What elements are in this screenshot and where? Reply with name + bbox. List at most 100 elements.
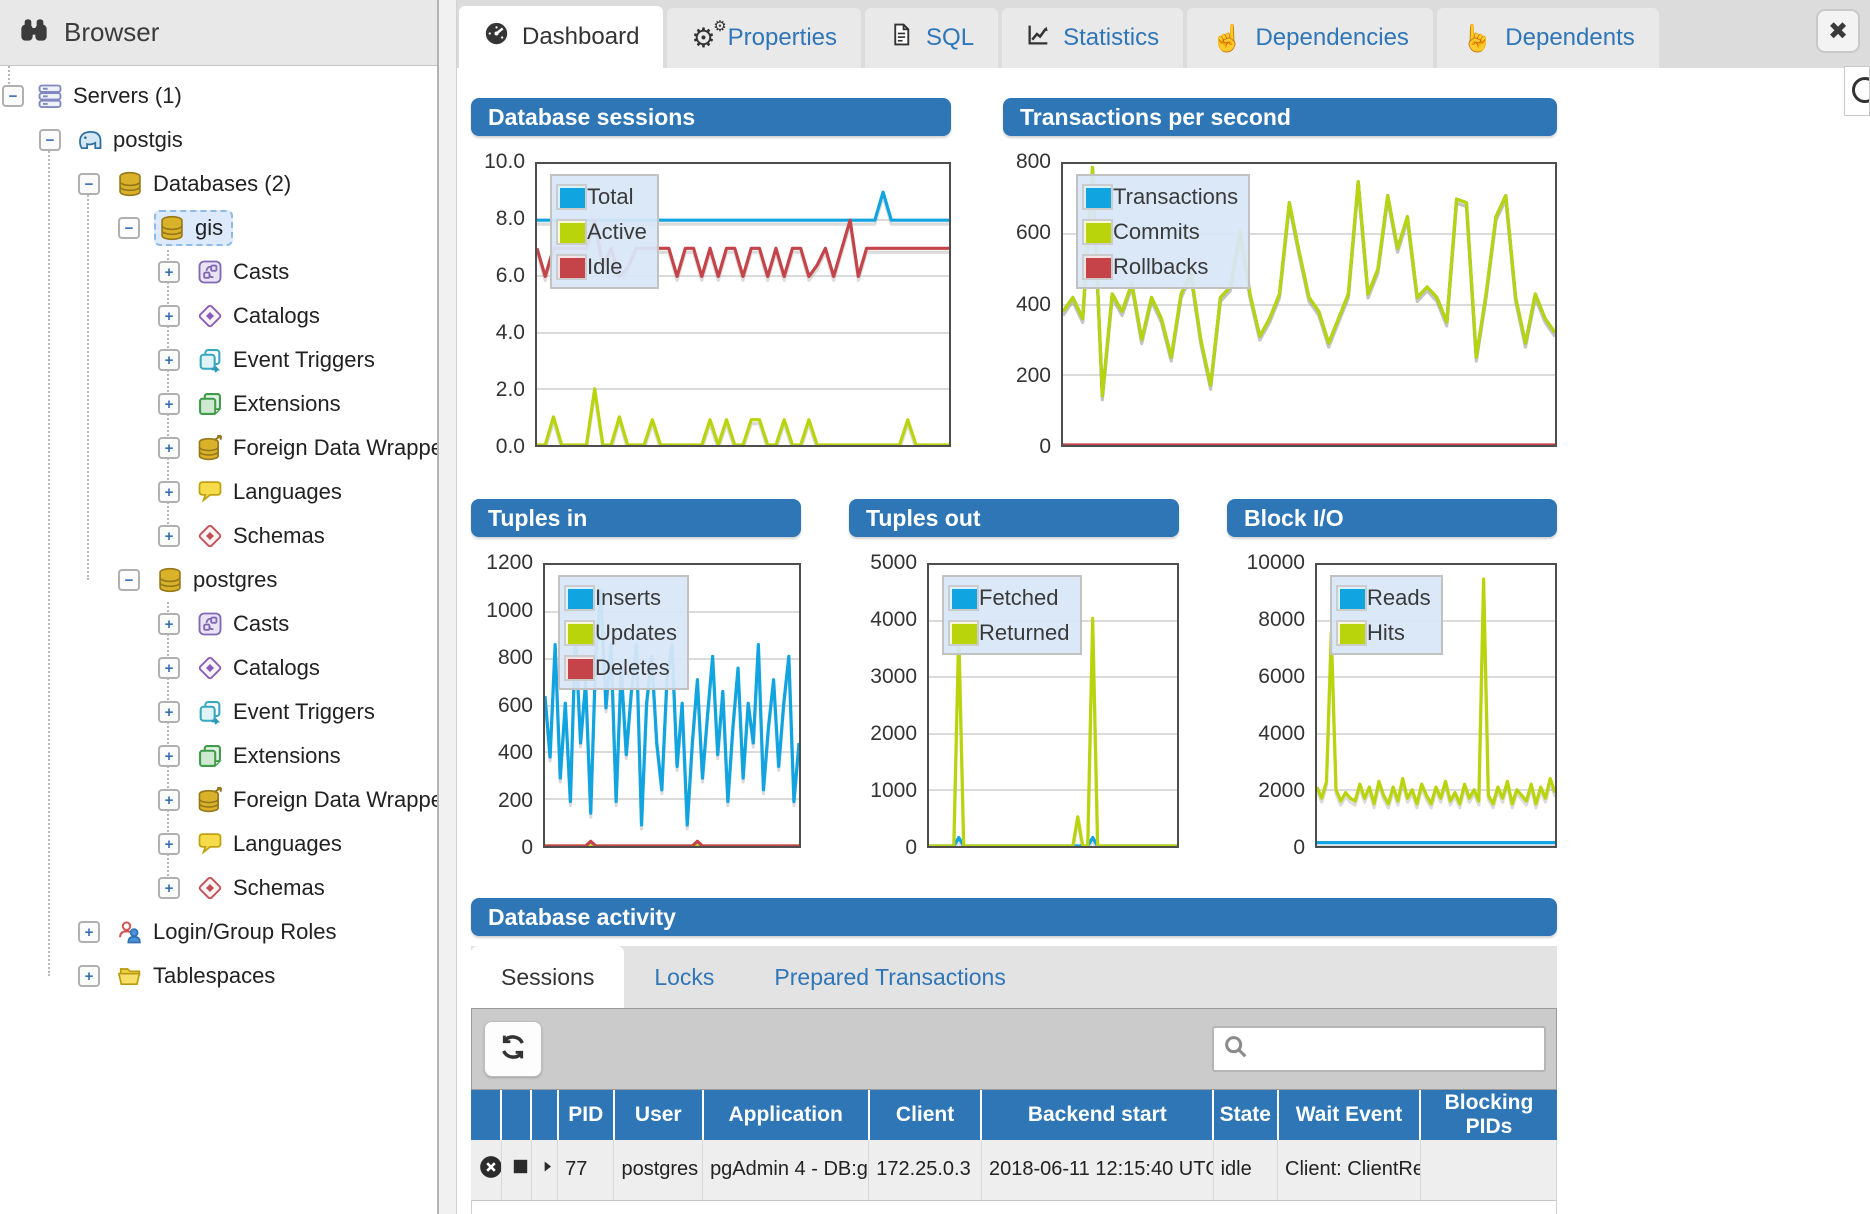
column-header-pid[interactable]: PID xyxy=(558,1090,614,1140)
expand-icon[interactable]: + xyxy=(158,613,180,635)
expand-icon[interactable] xyxy=(531,1140,557,1200)
tree-item-login-group-roles[interactable]: + Login/Group Roles xyxy=(0,910,437,954)
column-header-backend-start[interactable]: Backend start xyxy=(981,1090,1213,1140)
table-row: 77postgrespgAdmin 4 - DB:gis172.25.0.320… xyxy=(471,1140,1557,1200)
y-axis: 500040003000200010000 xyxy=(849,563,927,848)
legend-label: Idle xyxy=(587,254,622,280)
expand-icon[interactable]: + xyxy=(158,525,180,547)
tab-statistics[interactable]: Statistics xyxy=(1002,8,1183,68)
tree-item-foreign-data-wrappers[interactable]: + Foreign Data Wrappers xyxy=(0,426,437,470)
panel-title: Database sessions xyxy=(471,98,951,136)
chart-legend: TransactionsCommitsRollbacks xyxy=(1076,174,1250,289)
expand-icon[interactable]: + xyxy=(78,921,100,943)
close-icon[interactable]: ✖ xyxy=(1816,9,1860,53)
tree-item-event-triggers[interactable]: +Event Triggers xyxy=(0,338,437,382)
tree-item-labelwrap: Event Triggers xyxy=(194,696,383,728)
legend-swatch xyxy=(1082,219,1113,245)
expand-icon[interactable]: + xyxy=(158,833,180,855)
activity-tab-sessions[interactable]: Sessions xyxy=(471,946,624,1008)
column-header-actions[interactable] xyxy=(501,1090,531,1140)
tree-item-languages[interactable]: +Languages xyxy=(0,822,437,866)
expand-icon[interactable]: + xyxy=(158,701,180,723)
stop-icon[interactable] xyxy=(501,1140,531,1200)
legend-item: Total xyxy=(556,179,647,214)
event-icon xyxy=(196,346,224,374)
expand-icon[interactable]: + xyxy=(158,437,180,459)
axis-tick-label: 6.0 xyxy=(496,264,525,288)
tree-item-schemas[interactable]: + Schemas xyxy=(0,866,437,910)
tree-item-catalogs[interactable]: + Catalogs xyxy=(0,294,437,338)
catalog-icon xyxy=(196,302,224,330)
tree-item-databases-2-[interactable]: −Databases (2) xyxy=(0,162,437,206)
expand-icon[interactable]: + xyxy=(158,261,180,283)
tree-item-postgis[interactable]: −postgis xyxy=(0,118,437,162)
tree-item-label: Schemas xyxy=(233,875,325,901)
column-header-client[interactable]: Client xyxy=(869,1090,982,1140)
tree-item-foreign-data-wrappers[interactable]: +Foreign Data Wrappers xyxy=(0,778,437,822)
expand-icon[interactable]: + xyxy=(78,965,100,987)
tab-sql[interactable]: SQL xyxy=(865,8,998,68)
activity-tabs: SessionsLocksPrepared Transactions xyxy=(471,946,1557,1008)
axis-tick-label: 200 xyxy=(498,789,533,813)
expand-icon[interactable]: + xyxy=(158,789,180,811)
tree-item-schemas[interactable]: +Schemas xyxy=(0,514,437,558)
collapse-icon[interactable]: − xyxy=(39,129,61,151)
column-header-actions[interactable] xyxy=(471,1090,501,1140)
legend-item: Reads xyxy=(1336,580,1431,615)
tree-item-catalogs[interactable]: +Catalogs xyxy=(0,646,437,690)
chart-plot: ReadsHits xyxy=(1315,563,1557,848)
column-header-wait-event[interactable]: Wait Event xyxy=(1278,1090,1421,1140)
dashboard-icon xyxy=(483,20,510,54)
expand-icon[interactable]: + xyxy=(158,657,180,679)
column-header-user[interactable]: User xyxy=(614,1090,703,1140)
axis-tick-label: 5000 xyxy=(870,551,917,575)
corner-widget[interactable] xyxy=(1844,66,1870,116)
language-icon xyxy=(196,478,224,506)
expand-icon[interactable]: + xyxy=(158,349,180,371)
tree-item-label: Login/Group Roles xyxy=(153,919,336,945)
terminate-icon[interactable] xyxy=(471,1140,501,1200)
collapse-icon[interactable]: − xyxy=(118,217,140,239)
activity-tab-locks[interactable]: Locks xyxy=(624,946,744,1008)
expand-icon[interactable]: + xyxy=(158,393,180,415)
tree-item-labelwrap: Foreign Data Wrappers xyxy=(194,432,437,464)
collapse-icon[interactable]: − xyxy=(2,85,24,107)
tree-item-gis[interactable]: −gis xyxy=(0,206,437,250)
expand-icon[interactable]: + xyxy=(158,877,180,899)
tree-item-tablespaces[interactable]: +Tablespaces xyxy=(0,954,437,998)
column-header-actions[interactable] xyxy=(531,1090,557,1140)
legend-label: Fetched xyxy=(979,585,1059,611)
search-input[interactable] xyxy=(1254,1030,1544,1068)
legend-swatch xyxy=(1336,585,1367,611)
column-header-blocking-pids[interactable]: Blocking PIDs xyxy=(1420,1090,1556,1140)
expand-icon[interactable]: + xyxy=(158,305,180,327)
tab-dashboard[interactable]: Dashboard xyxy=(459,6,663,68)
tree-item-labelwrap: Catalogs xyxy=(194,300,328,332)
legend-swatch xyxy=(556,219,587,245)
refresh-button[interactable] xyxy=(484,1021,542,1077)
panel-title: Block I/O xyxy=(1227,499,1557,537)
activity-tab-prepared-transactions[interactable]: Prepared Transactions xyxy=(744,946,1035,1008)
y-axis: 8006004002000 xyxy=(1003,162,1061,447)
expand-icon[interactable]: + xyxy=(158,481,180,503)
tree-item-casts[interactable]: +Casts xyxy=(0,602,437,646)
tree-item-event-triggers[interactable]: + Event Triggers xyxy=(0,690,437,734)
tree-item-extensions[interactable]: +Extensions xyxy=(0,734,437,778)
expand-icon[interactable]: + xyxy=(158,745,180,767)
table-cell: pgAdmin 4 - DB:gis xyxy=(703,1140,869,1200)
tab-dependencies[interactable]: ☝Dependencies xyxy=(1187,8,1433,68)
tree-item-servers-1-[interactable]: −Servers (1) xyxy=(0,74,437,118)
axis-tick-label: 0 xyxy=(521,836,533,860)
column-header-state[interactable]: State xyxy=(1213,1090,1277,1140)
tab-properties[interactable]: ⚙⚙Properties xyxy=(667,8,861,68)
tree-item-postgres[interactable]: −postgres xyxy=(0,558,437,602)
column-header-application[interactable]: Application xyxy=(703,1090,869,1140)
tree-item-extensions[interactable]: +Extensions xyxy=(0,382,437,426)
panel-splitter[interactable] xyxy=(437,0,457,1214)
tree-item-languages[interactable]: +Languages xyxy=(0,470,437,514)
tab-dependents[interactable]: ☝Dependents xyxy=(1437,8,1659,68)
collapse-icon[interactable]: − xyxy=(78,173,100,195)
axis-tick-label: 800 xyxy=(1016,150,1051,174)
collapse-icon[interactable]: − xyxy=(118,569,140,591)
tree-item-casts[interactable]: +Casts xyxy=(0,250,437,294)
